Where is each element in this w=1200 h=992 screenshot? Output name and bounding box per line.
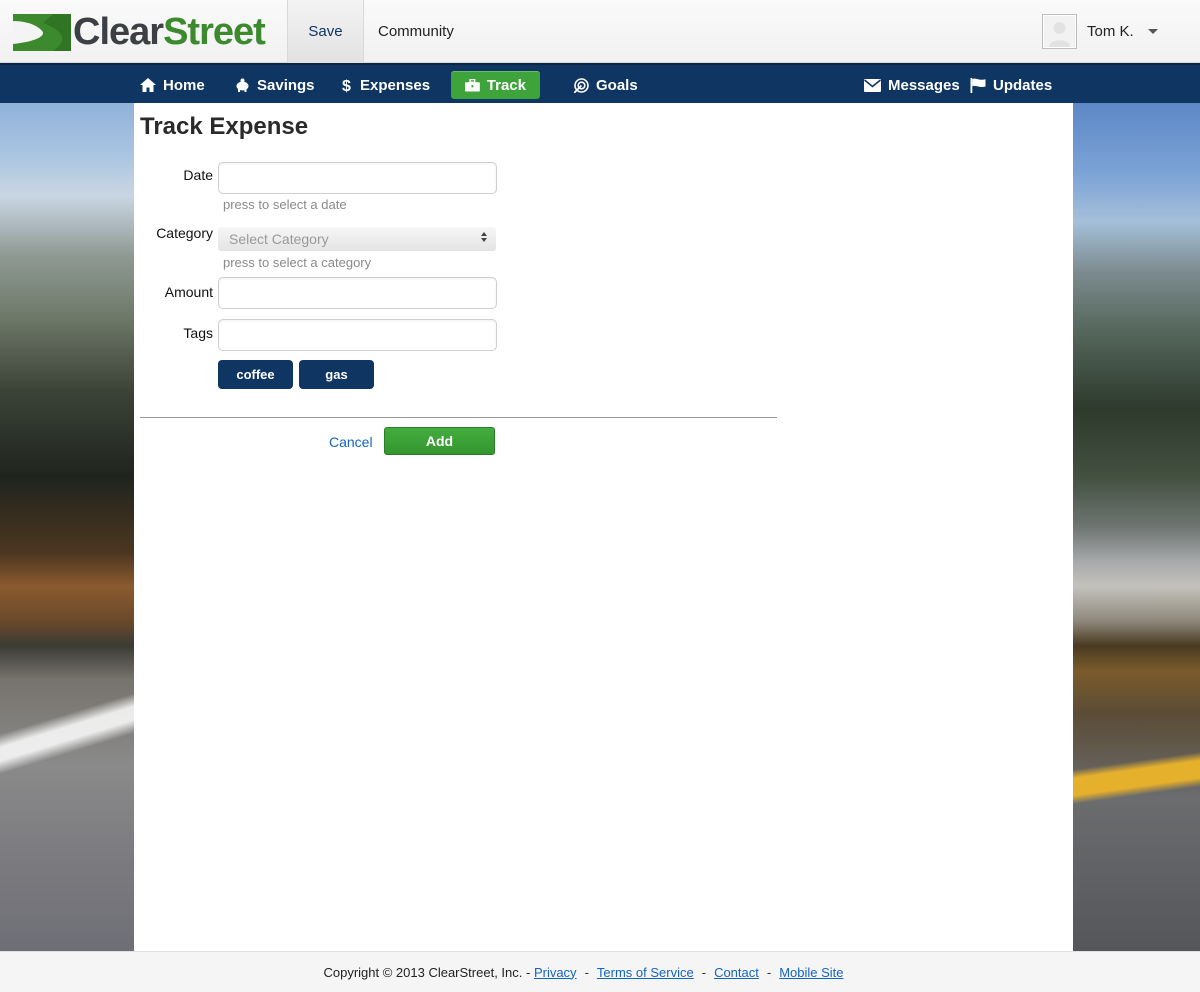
clearstreet-logo[interactable]: ClearStreet (13, 11, 266, 53)
category-label: Category (156, 225, 213, 241)
nav-savings-label: Savings (257, 76, 315, 94)
nav-home[interactable]: Home (140, 71, 205, 99)
avatar[interactable] (1042, 14, 1077, 49)
nav-savings[interactable]: Savings (235, 71, 315, 99)
nav-messages-label: Messages (888, 76, 960, 94)
nav-expenses[interactable]: $ Expenses (342, 71, 430, 99)
background-image-left (0, 103, 134, 951)
envelope-icon (864, 78, 881, 92)
category-hint: press to select a category (223, 255, 372, 270)
footer-mobile-link[interactable]: Mobile Site (779, 965, 843, 980)
flag-icon (970, 77, 986, 93)
footer-separator: - (701, 964, 707, 980)
footer-terms-link[interactable]: Terms of Service (597, 965, 694, 980)
page-title: Track Expense (140, 113, 309, 140)
footer-contact-link[interactable]: Contact (714, 965, 759, 980)
nav-messages[interactable]: Messages (864, 71, 960, 99)
nav-track-label: Track (486, 76, 526, 94)
nav-updates-label: Updates (993, 76, 1053, 94)
amount-label: Amount (164, 284, 213, 300)
tab-community[interactable]: Community (364, 0, 468, 63)
category-select[interactable]: Select Category (218, 227, 496, 251)
user-menu[interactable]: Tom K. (1042, 0, 1200, 63)
home-icon (140, 78, 156, 92)
nav-goals-label: Goals (596, 76, 638, 94)
category-select-value: Select Category (229, 231, 329, 247)
tags-field[interactable] (218, 319, 497, 351)
top-header: ClearStreet Save Community Tom K. (0, 0, 1200, 63)
nav-expenses-label: Expenses (360, 76, 431, 94)
amount-field[interactable] (218, 277, 497, 309)
nav-goals[interactable]: Goals (574, 71, 638, 99)
footer: Copyright © 2013 ClearStreet, Inc. - Pri… (0, 951, 1200, 992)
logo-text-clear: Clear (73, 11, 164, 53)
tags-label: Tags (183, 325, 213, 341)
cancel-button[interactable]: Cancel (329, 434, 373, 450)
nav-updates[interactable]: Updates (970, 71, 1052, 99)
add-button[interactable]: Add (384, 427, 495, 455)
user-silhouette-icon (1044, 16, 1075, 47)
nav-track[interactable]: Track (451, 71, 540, 99)
date-label: Date (183, 167, 213, 183)
select-arrows-icon (481, 232, 487, 242)
user-name: Tom K. (1087, 23, 1134, 40)
svg-text:$: $ (342, 78, 351, 93)
logo-mark-icon (13, 13, 71, 51)
main-content: Track Expense Date press to select a dat… (134, 103, 1073, 951)
target-icon (574, 77, 589, 93)
footer-privacy-link[interactable]: Privacy (534, 965, 577, 980)
chevron-down-icon[interactable] (1147, 29, 1158, 34)
piggy-bank-icon (236, 78, 249, 92)
footer-separator: - (766, 964, 772, 980)
date-field[interactable] (218, 162, 497, 194)
footer-copyright: Copyright © 2013 ClearStreet, Inc. - (323, 964, 531, 980)
background-image-right (1073, 103, 1200, 951)
tag-chip-gas[interactable]: gas (299, 360, 374, 389)
form-divider (140, 417, 777, 418)
nav-home-label: Home (163, 76, 205, 94)
tab-save[interactable]: Save (287, 0, 364, 63)
logo-text-street: Street (163, 11, 266, 53)
footer-separator: - (584, 964, 589, 980)
main-navigation: Home Savings $ Expenses Track Goals Mess… (0, 63, 1200, 103)
dollar-icon: $ (342, 78, 351, 93)
tag-chip-coffee[interactable]: coffee (218, 360, 293, 389)
logo-wordmark: ClearStreet (73, 11, 266, 53)
date-hint: press to select a date (223, 197, 347, 212)
briefcase-icon (465, 78, 480, 92)
